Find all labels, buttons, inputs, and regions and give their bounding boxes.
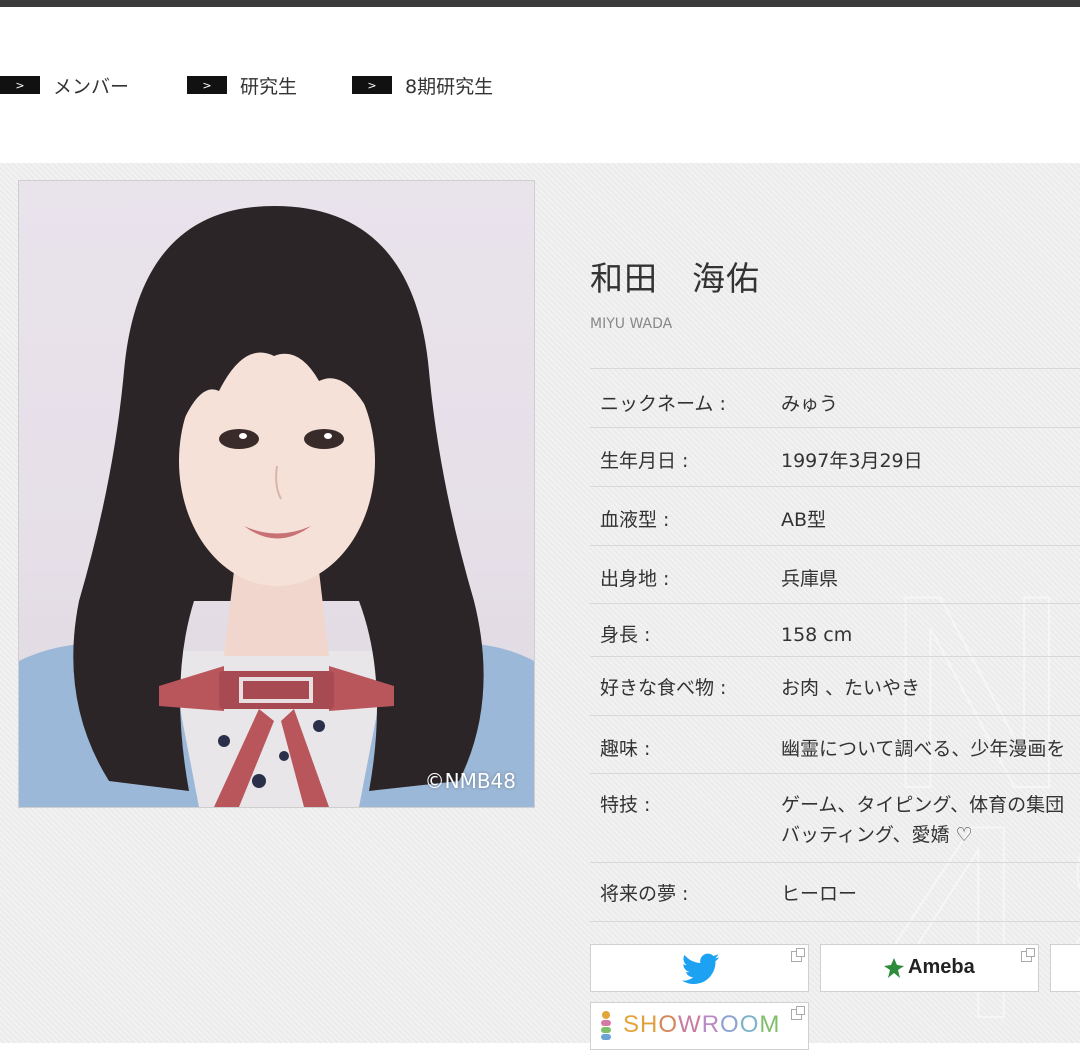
twitter-bird-icon	[681, 953, 720, 984]
profile-key: 血液型 :	[600, 509, 670, 531]
profile-row-hobby: 趣味 : 幽霊について調べる、少年漫画を	[590, 716, 1080, 774]
profile-value: 幽霊について調べる、少年漫画を	[781, 738, 1066, 760]
ameba-logo: Ameba	[883, 956, 975, 979]
chevron-right-icon: >	[352, 76, 392, 94]
profile-row-blood-type: 血液型 : AB型	[590, 487, 1080, 546]
profile-key: 生年月日 :	[600, 450, 689, 472]
profile-row-skill: 特技 : ゲーム、タイピング、体育の集団 バッティング、愛嬌 ♡	[590, 774, 1080, 863]
header: > メンバー > 研究生 > 8期研究生	[0, 7, 1080, 163]
profile-key: 出身地 :	[600, 568, 670, 590]
profile-key: ニックネーム :	[600, 393, 726, 415]
profile-value: お肉 、たいやき	[781, 677, 921, 699]
external-link-icon	[1021, 948, 1035, 962]
portrait-illustration	[19, 206, 534, 807]
breadcrumb-label: 研究生	[240, 75, 298, 98]
twitter-button[interactable]	[590, 944, 809, 992]
profile-row-height: 身長 : 158 cm	[590, 604, 1080, 657]
profile-row-nickname: ニックネーム : みゅう	[590, 369, 1080, 428]
photo-credit: ©NMB48	[424, 769, 516, 793]
chevron-right-icon: >	[0, 76, 40, 94]
profile-value: 158 cm	[781, 624, 853, 646]
breadcrumb-item-8th-gen[interactable]: > 8期研究生	[352, 73, 494, 98]
profile-value: みゅう	[781, 393, 839, 415]
member-photo: ©NMB48	[18, 180, 535, 808]
profile-key: 特技 :	[600, 794, 651, 816]
showroom-figure-icon	[601, 1011, 611, 1040]
profile-value: AB型	[781, 509, 827, 531]
profile-row-birthday: 生年月日 : 1997年3月29日	[590, 428, 1080, 487]
profile-table: ニックネーム : みゅう 生年月日 : 1997年3月29日 血液型 : AB型…	[590, 368, 1080, 922]
showroom-label: SHOWROOM	[623, 1011, 781, 1038]
external-link-icon	[791, 948, 805, 962]
profile-row-dream: 将来の夢 : ヒーロー	[590, 863, 1080, 922]
ameba-leaf-icon	[884, 957, 904, 978]
profile-key: 好きな食べ物 :	[600, 677, 727, 699]
profile-value: ゲーム、タイピング、体育の集団 バッティング、愛嬌 ♡	[781, 794, 1065, 846]
external-link-icon	[791, 1006, 805, 1020]
profile-row-hometown: 出身地 : 兵庫県	[590, 546, 1080, 604]
member-name-en: MIYU WADA	[590, 316, 673, 332]
social-button-partial[interactable]	[1050, 944, 1080, 992]
profile-row-favorite-food: 好きな食べ物 : お肉 、たいやき	[590, 657, 1080, 716]
breadcrumb-item-trainees[interactable]: > 研究生	[187, 73, 298, 98]
profile-value: 1997年3月29日	[781, 450, 923, 472]
profile-value: ヒーロー	[781, 883, 858, 905]
profile-key: 将来の夢 :	[600, 883, 689, 905]
breadcrumb-label: メンバー	[53, 75, 130, 98]
breadcrumb-label: 8期研究生	[405, 75, 494, 98]
ameba-label: Ameba	[908, 956, 975, 978]
member-name-jp: 和田 海佑	[590, 259, 760, 298]
breadcrumb-item-members[interactable]: > メンバー	[0, 73, 130, 98]
ameba-button[interactable]: Ameba	[820, 944, 1039, 992]
profile-value: 兵庫県	[781, 568, 839, 590]
chevron-right-icon: >	[187, 76, 227, 94]
profile-key: 趣味 :	[600, 738, 651, 760]
profile-key: 身長 :	[600, 624, 651, 646]
top-bar	[0, 0, 1080, 7]
